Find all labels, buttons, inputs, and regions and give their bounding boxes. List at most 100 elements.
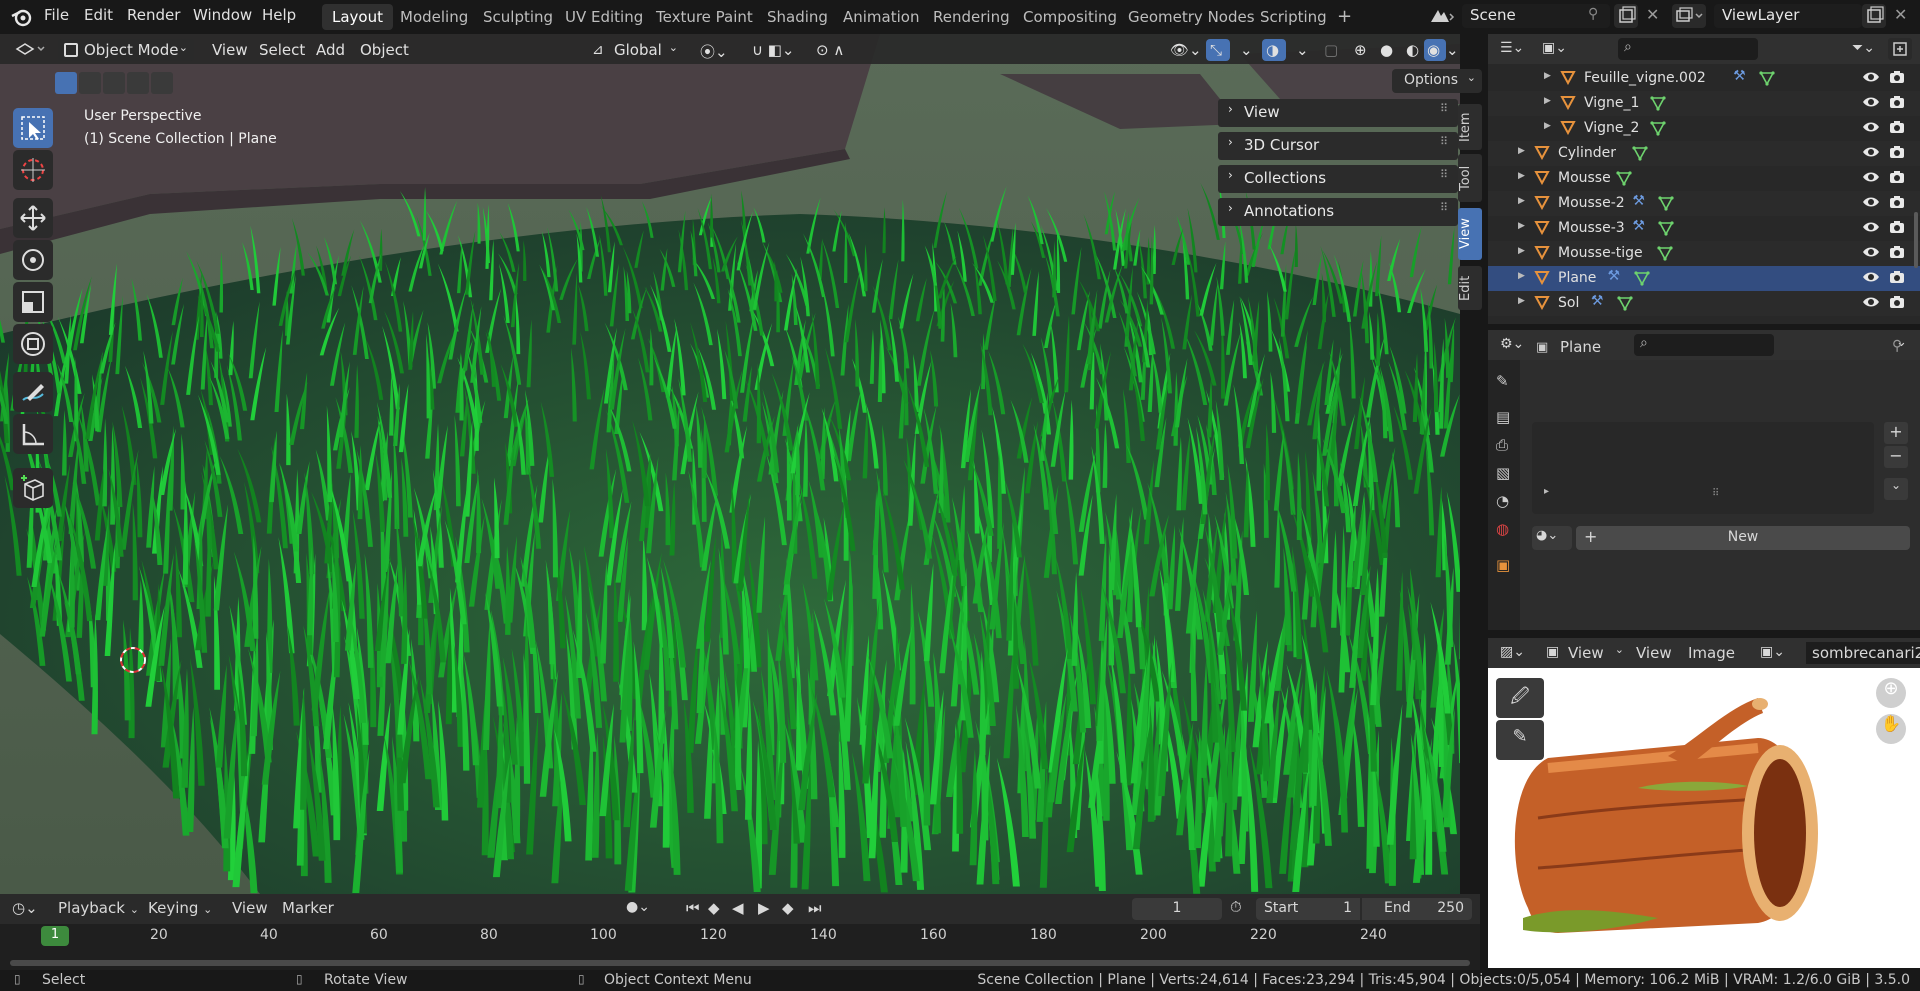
outliner-row[interactable]: ▶ Cylinder — [1488, 141, 1920, 166]
render-camera-icon[interactable] — [1888, 269, 1906, 285]
outliner-editor-type-icon[interactable]: ☰⌄ — [1500, 40, 1524, 56]
cursor-tool-icon[interactable] — [13, 150, 53, 190]
timeline-editor-type-icon[interactable]: ◷⌄ — [12, 899, 38, 917]
render-camera-icon[interactable] — [1888, 219, 1906, 235]
modifier-wrench-icon[interactable]: ⚒ — [1632, 218, 1645, 234]
tab-edit[interactable]: Edit — [1458, 266, 1482, 310]
modifier-wrench-icon[interactable]: ⚒ — [1733, 68, 1746, 84]
visibility-eye-icon[interactable] — [1862, 269, 1880, 285]
drag-handle-icon[interactable]: ⠿ — [1440, 135, 1448, 148]
select-box-tool-icon[interactable] — [13, 108, 53, 148]
keying-menu[interactable]: Keying ⌄ — [148, 899, 212, 917]
tab-tool[interactable]: Tool — [1458, 154, 1482, 202]
tab-view[interactable]: View — [1458, 208, 1482, 260]
render-camera-icon[interactable] — [1888, 94, 1906, 110]
menu-render[interactable]: Render — [127, 6, 180, 24]
expand-arrow-icon[interactable]: ▶ — [1518, 146, 1525, 156]
wireframe-shading-icon[interactable]: ⊕ — [1346, 39, 1375, 61]
image-canvas[interactable]: 🖉 ✎ ⊕ ✋ — [1488, 668, 1920, 968]
object-mode-dropdown[interactable]: Object Mode ⌄ — [58, 39, 194, 61]
mesh-data-icon[interactable] — [1657, 245, 1673, 261]
playhead[interactable]: 1 — [41, 926, 69, 946]
outliner-row[interactable]: ▶ Sol ⚒ — [1488, 291, 1920, 316]
current-frame-field[interactable]: 1 — [1132, 898, 1222, 920]
pan-hand-icon[interactable]: ✋ — [1876, 714, 1906, 744]
play-icon[interactable]: ▶ — [758, 899, 770, 917]
outliner-row[interactable]: ▶ Vigne_1 — [1488, 91, 1920, 116]
3d-viewport[interactable] — [0, 34, 1460, 894]
modifier-wrench-icon[interactable]: ⚒ — [1608, 268, 1621, 284]
start-frame-field[interactable]: Start 1 — [1256, 898, 1360, 920]
render-camera-icon[interactable] — [1888, 294, 1906, 310]
browse-image-icon[interactable]: ▣⌄ — [1760, 644, 1785, 660]
image-name-field[interactable]: sombrecanari210 — [1806, 642, 1920, 664]
tab-layout[interactable]: Layout — [322, 4, 393, 30]
timeline-scrollbar[interactable] — [10, 960, 1470, 966]
material-slot-list[interactable]: ▸ ⠿ — [1532, 422, 1874, 514]
resize-handle-icon[interactable]: ⠿ — [1712, 488, 1719, 499]
object-properties-icon[interactable]: ▣ — [1496, 556, 1510, 574]
auto-keying-icon[interactable]: ●⌄ — [626, 899, 650, 915]
expand-arrow-icon[interactable]: ▶ — [1518, 171, 1525, 181]
tab-compositing[interactable]: Compositing — [1013, 4, 1127, 30]
new-collection-icon[interactable] — [1888, 38, 1912, 60]
snap-icon[interactable]: ∪ ◧⌄ — [744, 39, 803, 61]
render-camera-icon[interactable] — [1888, 144, 1906, 160]
sample-tool-icon[interactable]: 🖉 — [1496, 678, 1544, 718]
move-tool-icon[interactable] — [13, 198, 53, 238]
render-properties-icon[interactable]: ▤ — [1496, 408, 1510, 426]
menu-file[interactable]: File — [44, 6, 69, 24]
view-layer-properties-icon[interactable]: ▧ — [1496, 464, 1510, 482]
rotate-tool-icon[interactable] — [13, 240, 53, 280]
jump-keyframe-back-icon[interactable]: ◆ — [708, 899, 720, 917]
image-editor-type-icon[interactable]: ▨⌄ — [1500, 644, 1525, 660]
tab-item[interactable]: Item — [1458, 104, 1482, 150]
mesh-data-icon[interactable] — [1633, 270, 1650, 286]
measure-tool-icon[interactable] — [13, 414, 53, 454]
visibility-eye-icon[interactable] — [1862, 244, 1880, 260]
mesh-data-icon[interactable] — [1658, 220, 1674, 236]
end-frame-field[interactable]: End 250 — [1362, 898, 1472, 920]
expand-arrow-icon[interactable]: ▶ — [1544, 96, 1551, 106]
expand-arrow-icon[interactable]: ▶ — [1518, 221, 1525, 231]
visibility-eye-icon[interactable] — [1862, 119, 1880, 135]
drag-handle-icon[interactable]: ⠿ — [1440, 168, 1448, 181]
add-workspace-icon[interactable]: + — [1337, 6, 1352, 27]
tab-shading[interactable]: Shading — [757, 4, 838, 30]
shading-dropdown-icon[interactable]: ⌄ — [1444, 39, 1461, 61]
mesh-data-icon[interactable] — [1658, 195, 1674, 211]
mesh-data-icon[interactable] — [1759, 70, 1775, 86]
menu-select[interactable]: Select — [251, 39, 313, 61]
outliner-row[interactable]: ▶ Feuille_vigne.002 ⚒ — [1488, 66, 1920, 91]
chevron-right-icon[interactable]: ▸ — [1544, 486, 1549, 497]
delete-scene-icon[interactable]: ✕ — [1646, 5, 1659, 24]
view-layer-icon[interactable] — [1672, 4, 1706, 28]
outliner-scrollbar[interactable] — [1914, 212, 1918, 268]
render-camera-icon[interactable] — [1888, 244, 1906, 260]
npanel-section-3d-cursor[interactable]: › 3D Cursor ⠿ — [1218, 132, 1458, 160]
annotate-tool-icon[interactable] — [13, 372, 53, 412]
expand-arrow-icon[interactable]: ▶ — [1544, 121, 1551, 131]
visibility-eye-icon[interactable] — [1862, 144, 1880, 160]
visibility-eye-icon[interactable] — [1862, 169, 1880, 185]
menu-object[interactable]: Object — [352, 39, 417, 61]
remove-slot-button[interactable]: − — [1884, 446, 1908, 468]
scale-tool-icon[interactable] — [13, 282, 53, 322]
select-new-icon[interactable] — [55, 72, 77, 94]
new-scene-icon[interactable] — [1614, 4, 1638, 28]
jump-keyframe-forward-icon[interactable]: ◆ — [782, 899, 794, 917]
gizmo-dropdown-icon[interactable]: ⌄ — [1232, 39, 1261, 61]
visibility-eye-icon[interactable] — [1862, 94, 1880, 110]
jump-end-icon[interactable]: ⏭ — [808, 899, 822, 917]
pin-icon[interactable]: ⚲ — [1892, 338, 1902, 354]
outliner-row[interactable]: ▶ Plane ⚒ — [1488, 266, 1920, 291]
select-subtract-icon[interactable] — [103, 72, 125, 94]
tab-uv-editing[interactable]: UV Editing — [555, 4, 653, 30]
render-camera-icon[interactable] — [1888, 119, 1906, 135]
view-layer-field[interactable]: ViewLayer — [1714, 4, 1862, 28]
npanel-section-collections[interactable]: › Collections ⠿ — [1218, 165, 1458, 193]
solid-shading-icon[interactable]: ● — [1372, 39, 1401, 61]
outliner-row[interactable]: ▶ Mousse — [1488, 166, 1920, 191]
outliner-row[interactable]: ▶ Mousse-2 ⚒ — [1488, 191, 1920, 216]
menu-edit[interactable]: Edit — [84, 6, 113, 24]
